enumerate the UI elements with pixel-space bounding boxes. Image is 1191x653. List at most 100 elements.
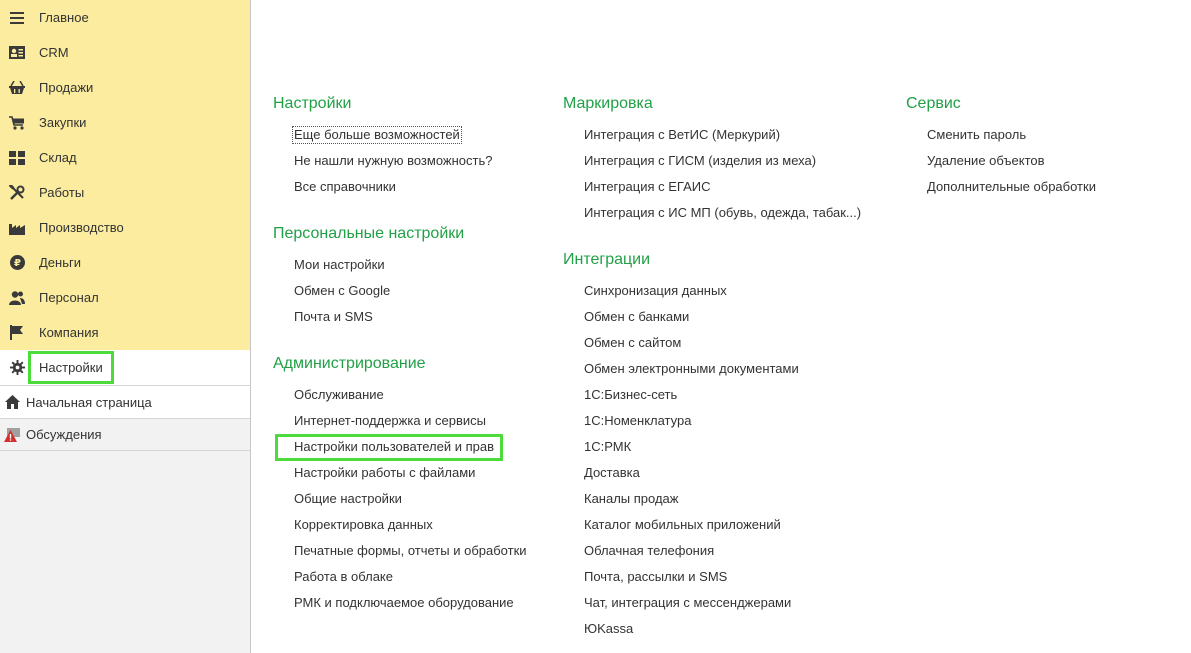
- link-additional-processing[interactable]: Дополнительные обработки: [906, 174, 1096, 200]
- command-label: Начальная страница: [26, 394, 152, 410]
- column-3: Сервис Сменить пароль Удаление объектов …: [906, 92, 1096, 222]
- factory-icon: [9, 220, 25, 236]
- link-all-catalogs[interactable]: Все справочники: [273, 174, 527, 200]
- menu-icon: [9, 10, 25, 26]
- command-label: Обсуждения: [26, 427, 102, 442]
- group-title: Сервис: [906, 95, 961, 112]
- link-chat-messengers[interactable]: Чат, интеграция с мессенджерами: [563, 590, 861, 616]
- link-pos-equipment[interactable]: РМК и подключаемое оборудование: [273, 590, 527, 616]
- group-service: Сервис Сменить пароль Удаление объектов …: [906, 92, 1096, 200]
- link-more-features[interactable]: Еще больше возможностей: [273, 122, 527, 148]
- link-text: 1С:РМК: [584, 439, 632, 454]
- group-personal-settings: Персональные настройки Мои настройки Обм…: [273, 222, 527, 330]
- link-text: Интеграция с ЕГАИС: [584, 179, 711, 194]
- discussions-command[interactable]: Обсуждения: [0, 418, 250, 451]
- link-text: 1С:Номенклатура: [584, 413, 692, 428]
- section-label: Продажи: [39, 80, 94, 95]
- link-text: Работа в облаке: [294, 569, 393, 584]
- link-text: Обмен с банками: [584, 309, 690, 324]
- group-administration: Администрирование Обслуживание Интернет-…: [273, 352, 527, 616]
- gear-icon: [9, 360, 25, 376]
- link-egais[interactable]: Интеграция с ЕГАИС: [563, 174, 861, 200]
- link-mail-mailings-sms[interactable]: Почта, рассылки и SMS: [563, 564, 861, 590]
- group-marking: Маркировка Интеграция с ВетИС (Меркурий)…: [563, 92, 861, 226]
- link-internet-support[interactable]: Интернет-поддержка и сервисы: [273, 408, 527, 434]
- link-user-rights-settings[interactable]: Настройки пользователей и прав: [273, 434, 527, 461]
- link-text: Синхронизация данных: [584, 283, 727, 298]
- link-edi[interactable]: Обмен электронными документами: [563, 356, 861, 382]
- section-label: Главное: [39, 10, 89, 25]
- section-warehouse[interactable]: Склад: [0, 140, 250, 175]
- section-label: Настройки: [28, 351, 114, 384]
- link-gism[interactable]: Интеграция с ГИСМ (изделия из меха): [563, 148, 861, 174]
- section-staff[interactable]: Персонал: [0, 280, 250, 315]
- link-text: Не нашли нужную возможность?: [294, 153, 493, 168]
- link-text: Настройки работы с файлами: [294, 465, 476, 480]
- flag-icon: [9, 325, 25, 341]
- discussion-alert-icon: [4, 427, 20, 443]
- column-2: Маркировка Интеграция с ВетИС (Меркурий)…: [563, 92, 861, 653]
- group-title: Интеграции: [563, 251, 651, 268]
- column-1: Настройки Еще больше возможностей Не наш…: [273, 92, 527, 638]
- section-label: Производство: [39, 220, 124, 235]
- link-text: Все справочники: [294, 179, 396, 194]
- svg-text:₽: ₽: [14, 258, 21, 269]
- section-main[interactable]: Главное: [0, 0, 250, 35]
- section-label: Компания: [39, 325, 99, 340]
- section-money[interactable]: ₽ Деньги: [0, 245, 250, 280]
- section-purchases[interactable]: Закупки: [0, 105, 250, 140]
- link-1c-rmk[interactable]: 1С:РМК: [563, 434, 861, 460]
- link-change-password[interactable]: Сменить пароль: [906, 122, 1096, 148]
- link-cloud-telephony[interactable]: Облачная телефония: [563, 538, 861, 564]
- link-print-forms[interactable]: Печатные формы, отчеты и обработки: [273, 538, 527, 564]
- section-works[interactable]: Работы: [0, 175, 250, 210]
- link-is-mp[interactable]: Интеграция с ИС МП (обувь, одежда, табак…: [563, 200, 861, 226]
- link-mail-sms[interactable]: Почта и SMS: [273, 304, 527, 330]
- link-feature-not-found[interactable]: Не нашли нужную возможность?: [273, 148, 527, 174]
- link-nomenclature[interactable]: 1С:Номенклатура: [563, 408, 861, 434]
- tools-icon: [9, 184, 25, 201]
- link-site-exchange[interactable]: Обмен с сайтом: [563, 330, 861, 356]
- link-cloud-work[interactable]: Работа в облаке: [273, 564, 527, 590]
- section-settings[interactable]: Настройки: [0, 350, 250, 385]
- link-business-network[interactable]: 1С:Бизнес-сеть: [563, 382, 861, 408]
- link-text: Чат, интеграция с мессенджерами: [584, 595, 792, 610]
- group-title: Настройки: [273, 95, 352, 112]
- link-text: Удаление объектов: [927, 153, 1045, 168]
- link-text: Обслуживание: [294, 387, 384, 402]
- section-sales[interactable]: Продажи: [0, 70, 250, 105]
- link-text: Еще больше возможностей: [292, 126, 462, 144]
- link-yukassa[interactable]: ЮKassa: [563, 616, 861, 642]
- section-label: Закупки: [39, 115, 87, 130]
- link-file-settings[interactable]: Настройки работы с файлами: [273, 460, 527, 486]
- section-panel: Главное CRM Продажи Закупки Склад Работы…: [0, 0, 250, 385]
- group-title: Персональные настройки: [273, 225, 465, 242]
- section-label: Работы: [39, 185, 85, 200]
- link-delivery[interactable]: Доставка: [563, 460, 861, 486]
- link-data-correction[interactable]: Корректировка данных: [273, 512, 527, 538]
- settings-panel: Настройки Еще больше возможностей Не наш…: [251, 0, 1191, 653]
- link-text: Сменить пароль: [927, 127, 1027, 142]
- link-text: Интеграция с ГИСМ (изделия из меха): [584, 153, 817, 168]
- link-text: Почта и SMS: [294, 309, 373, 324]
- home-page-command[interactable]: Начальная страница: [0, 385, 250, 418]
- link-maintenance[interactable]: Обслуживание: [273, 382, 527, 408]
- link-sales-channels[interactable]: Каналы продаж: [563, 486, 861, 512]
- app-window: Главное CRM Продажи Закупки Склад Работы…: [0, 0, 1191, 653]
- link-my-settings[interactable]: Мои настройки: [273, 252, 527, 278]
- cart-icon: [9, 115, 25, 131]
- section-company[interactable]: Компания: [0, 315, 250, 350]
- link-google-exchange[interactable]: Обмен с Google: [273, 278, 527, 304]
- link-data-sync[interactable]: Синхронизация данных: [563, 278, 861, 304]
- link-general-settings[interactable]: Общие настройки: [273, 486, 527, 512]
- section-crm[interactable]: CRM: [0, 35, 250, 70]
- link-vetis[interactable]: Интеграция с ВетИС (Меркурий): [563, 122, 861, 148]
- section-label: Склад: [39, 150, 77, 165]
- link-mobile-apps[interactable]: Каталог мобильных приложений: [563, 512, 861, 538]
- section-production[interactable]: Производство: [0, 210, 250, 245]
- link-delete-objects[interactable]: Удаление объектов: [906, 148, 1096, 174]
- link-bank-exchange[interactable]: Обмен с банками: [563, 304, 861, 330]
- home-icon: [4, 394, 20, 410]
- link-text: РМК и подключаемое оборудование: [294, 595, 514, 610]
- warehouse-icon: [9, 150, 25, 166]
